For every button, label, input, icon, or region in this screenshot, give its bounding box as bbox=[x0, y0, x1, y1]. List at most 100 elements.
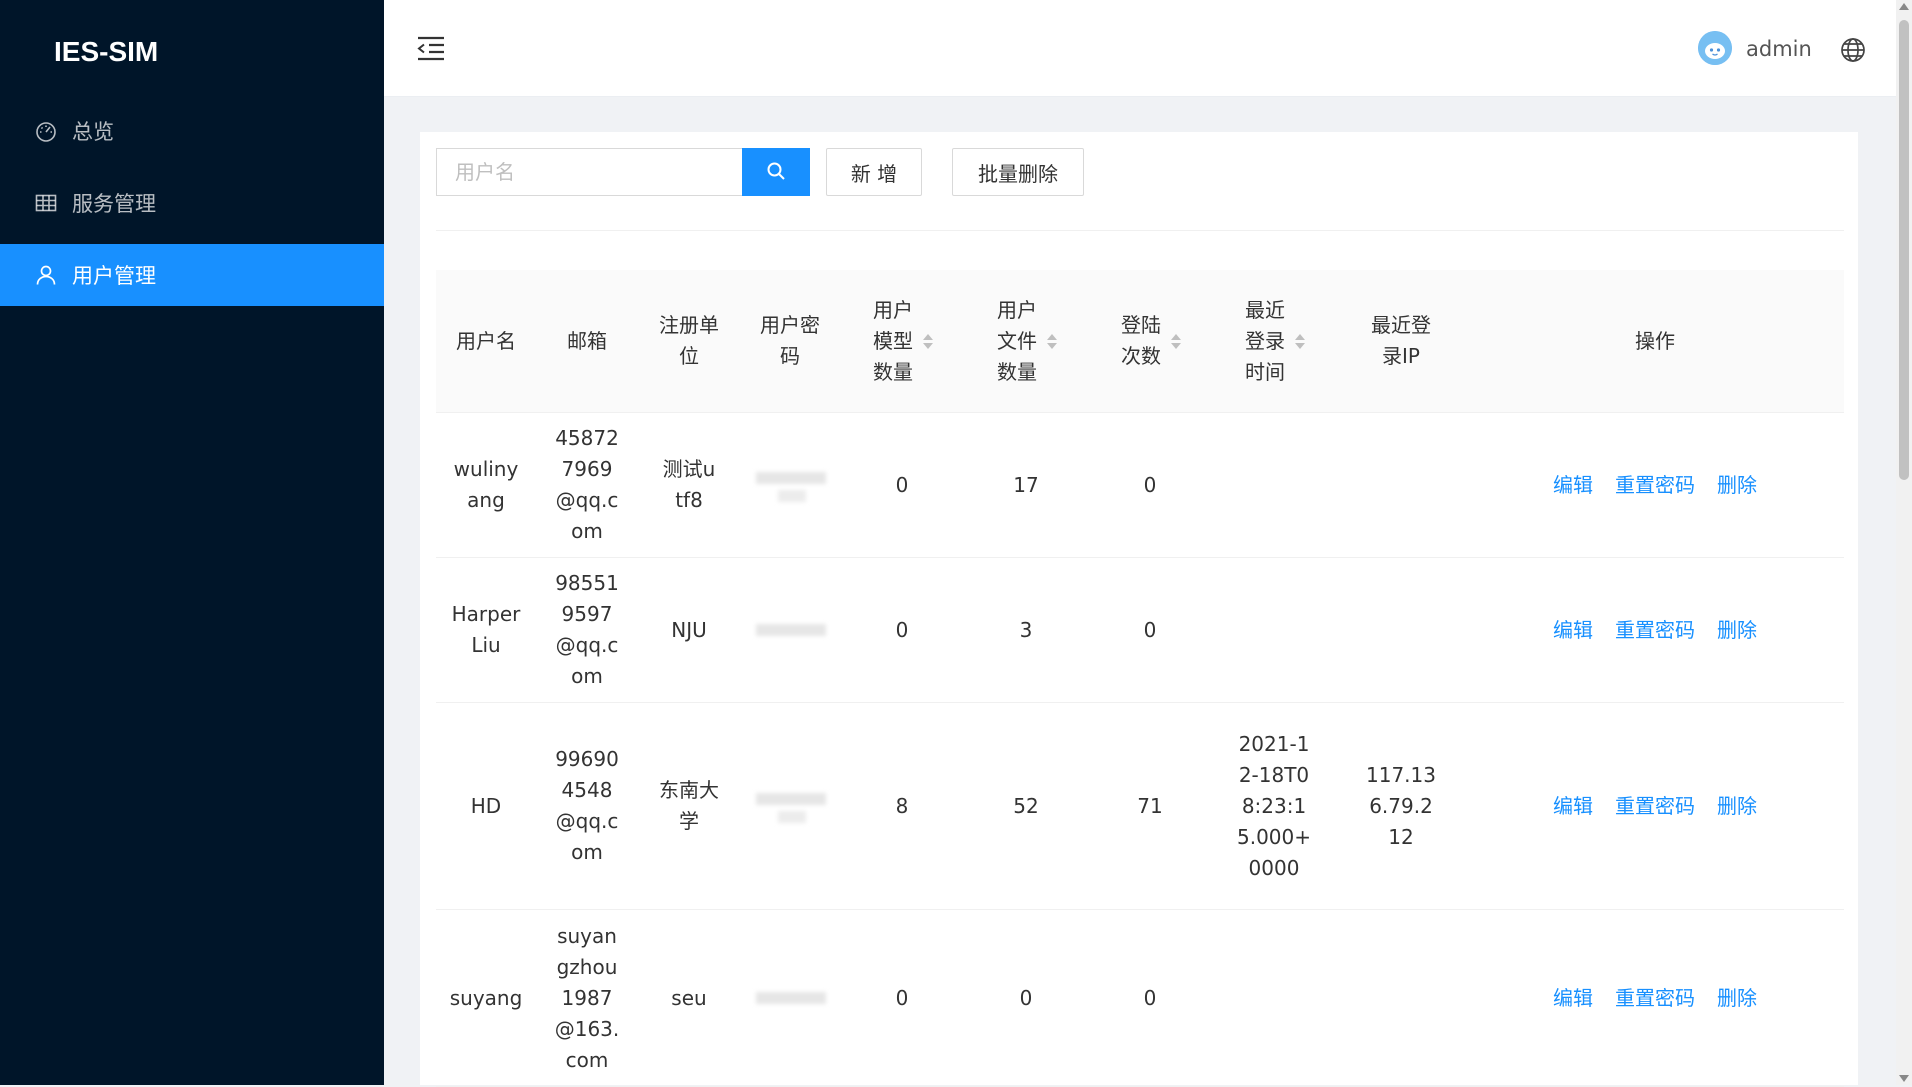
sidebar-item-service-management[interactable]: 服务管理 bbox=[0, 172, 384, 234]
avatar[interactable] bbox=[1698, 31, 1732, 65]
masked-password bbox=[752, 460, 828, 510]
reset-password-link[interactable]: 重置密码 bbox=[1615, 983, 1695, 1014]
sort-caret-icon[interactable] bbox=[1171, 333, 1181, 349]
cell-last-login-time bbox=[1212, 910, 1336, 1086]
cell-last-login-time bbox=[1212, 413, 1336, 557]
reset-password-link[interactable]: 重置密码 bbox=[1615, 615, 1695, 646]
username[interactable]: admin bbox=[1746, 34, 1812, 64]
column-header-last-login-ip: 最近登录IP bbox=[1371, 313, 1431, 368]
cell-last-login-time: 2021-12-18T08:23:15.000+0000 bbox=[1237, 731, 1312, 880]
user-table: 用户名 邮箱 注册单位 用户密码 用户模型数量 用户文件数量 登陆次数 最近登录… bbox=[436, 270, 1844, 1087]
cell-password bbox=[740, 910, 840, 1086]
app-logo: IES-SIM bbox=[54, 36, 159, 67]
cell-last-login-ip bbox=[1336, 910, 1466, 1086]
cell-username: HD bbox=[470, 793, 502, 818]
sort-caret-icon[interactable] bbox=[923, 333, 933, 349]
edit-link[interactable]: 编辑 bbox=[1553, 983, 1593, 1014]
sidebar-item-user-management[interactable]: 用户管理 bbox=[0, 244, 384, 306]
cell-models: 0 bbox=[895, 617, 909, 642]
cell-actions: 编辑 重置密码 删除 bbox=[1466, 558, 1844, 702]
sidebar-item-label: 服务管理 bbox=[72, 192, 156, 216]
table-row: wulinyang 458727969@qq.com 测试utf8 0 17 0… bbox=[436, 413, 1844, 558]
column-header-username: 用户名 bbox=[456, 328, 516, 353]
user-icon bbox=[34, 263, 58, 287]
reset-password-link[interactable]: 重置密码 bbox=[1615, 791, 1695, 822]
cell-username: wulinyang bbox=[453, 457, 519, 512]
cell-files: 3 bbox=[1019, 617, 1033, 642]
sidebar-item-label: 总览 bbox=[72, 120, 114, 144]
cell-models: 0 bbox=[895, 985, 909, 1010]
cell-models: 0 bbox=[895, 472, 909, 497]
cell-last-login-time bbox=[1212, 558, 1336, 702]
column-header-password: 用户密码 bbox=[760, 313, 820, 368]
cell-password bbox=[740, 413, 840, 557]
masked-password bbox=[752, 781, 828, 831]
cell-password bbox=[740, 703, 840, 909]
batch-delete-button[interactable]: 批量删除 bbox=[952, 148, 1084, 196]
column-header-logins[interactable]: 登陆次数 bbox=[1088, 270, 1212, 412]
cell-files: 17 bbox=[1013, 472, 1039, 497]
delete-link[interactable]: 删除 bbox=[1717, 791, 1757, 822]
masked-password bbox=[752, 605, 828, 655]
scroll-down-arrow-icon[interactable] bbox=[1899, 1075, 1909, 1082]
dashboard-icon bbox=[34, 119, 58, 143]
toolbar: 新 增 批量删除 bbox=[436, 148, 1836, 198]
content-card: 新 增 批量删除 用户名 邮箱 注册单位 用户密码 用户模型数量 用户文件数量 bbox=[420, 132, 1858, 1087]
scroll-up-arrow-icon[interactable] bbox=[1899, 3, 1909, 10]
sort-caret-icon[interactable] bbox=[1047, 333, 1057, 349]
sort-caret-icon[interactable] bbox=[1295, 333, 1305, 349]
cell-files: 52 bbox=[1013, 793, 1039, 818]
column-header-files[interactable]: 用户文件数量 bbox=[964, 270, 1088, 412]
divider bbox=[436, 230, 1844, 231]
search-button[interactable] bbox=[742, 148, 810, 196]
delete-link[interactable]: 删除 bbox=[1717, 983, 1757, 1014]
search-input[interactable] bbox=[436, 148, 742, 196]
cell-logins: 0 bbox=[1143, 472, 1157, 497]
cell-email: 985519597@qq.com bbox=[555, 571, 619, 688]
column-header-org: 注册单位 bbox=[659, 313, 719, 368]
masked-password bbox=[752, 973, 828, 1023]
globe-icon[interactable] bbox=[1840, 37, 1866, 63]
column-header-actions: 操作 bbox=[1635, 328, 1675, 353]
cell-logins: 0 bbox=[1143, 985, 1157, 1010]
cell-org: NJU bbox=[671, 617, 707, 642]
edit-link[interactable]: 编辑 bbox=[1553, 470, 1593, 501]
table-row: HarperLiu 985519597@qq.com NJU 0 3 0 编辑 … bbox=[436, 558, 1844, 703]
add-button[interactable]: 新 增 bbox=[826, 148, 922, 196]
sidebar-item-overview[interactable]: 总览 bbox=[0, 100, 384, 162]
cell-models: 8 bbox=[895, 793, 909, 818]
cell-actions: 编辑 重置密码 删除 bbox=[1466, 910, 1844, 1086]
cell-actions: 编辑 重置密码 删除 bbox=[1466, 703, 1844, 909]
edit-link[interactable]: 编辑 bbox=[1553, 615, 1593, 646]
cell-org: 测试utf8 bbox=[662, 457, 716, 512]
cell-org: 东南大学 bbox=[659, 778, 719, 833]
column-header-models[interactable]: 用户模型数量 bbox=[840, 270, 964, 412]
edit-link[interactable]: 编辑 bbox=[1553, 791, 1593, 822]
table-icon bbox=[34, 191, 58, 215]
sidebar-menu: 总览 服务管理 用户管理 bbox=[0, 100, 384, 316]
cell-email: 458727969@qq.com bbox=[555, 426, 619, 543]
cell-username: suyang bbox=[449, 985, 523, 1010]
table-row: suyang suyangzhou1987@163.com seu 0 0 0 … bbox=[436, 910, 1844, 1087]
column-header-email: 邮箱 bbox=[567, 328, 607, 353]
delete-link[interactable]: 删除 bbox=[1717, 615, 1757, 646]
top-header: admin bbox=[384, 0, 1896, 97]
cell-last-login-ip: 117.136.79.212 bbox=[1366, 762, 1436, 849]
cell-username: HarperLiu bbox=[451, 602, 521, 657]
reset-password-link[interactable]: 重置密码 bbox=[1615, 470, 1695, 501]
cell-logins: 0 bbox=[1143, 617, 1157, 642]
menu-fold-icon[interactable] bbox=[416, 34, 446, 64]
cell-password bbox=[740, 558, 840, 702]
table-header: 用户名 邮箱 注册单位 用户密码 用户模型数量 用户文件数量 登陆次数 最近登录… bbox=[436, 270, 1844, 413]
delete-link[interactable]: 删除 bbox=[1717, 470, 1757, 501]
cell-email: 996904548@qq.com bbox=[555, 747, 619, 864]
sidebar-item-label: 用户管理 bbox=[72, 264, 156, 288]
cell-actions: 编辑 重置密码 删除 bbox=[1466, 413, 1844, 557]
sidebar: IES-SIM 总览 服务管理 用户管理 bbox=[0, 0, 384, 1085]
scrollbar-thumb[interactable] bbox=[1899, 20, 1909, 480]
table-row: HD 996904548@qq.com 东南大学 8 52 71 2021-12… bbox=[436, 703, 1844, 910]
cell-last-login-ip bbox=[1336, 413, 1466, 557]
cell-last-login-ip bbox=[1336, 558, 1466, 702]
cell-email: suyangzhou1987@163.com bbox=[554, 923, 620, 1072]
column-header-last-login-time[interactable]: 最近登录时间 bbox=[1212, 270, 1336, 412]
